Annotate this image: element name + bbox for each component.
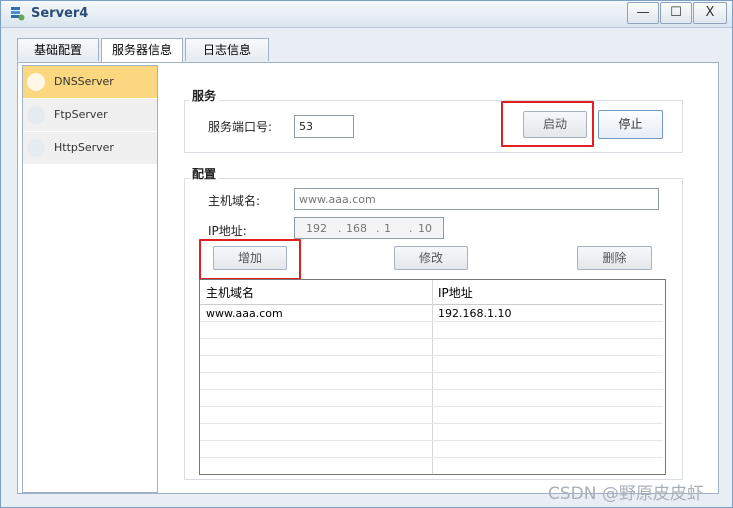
row-divider: [200, 372, 663, 373]
port-label: 服务端口号:: [208, 120, 273, 134]
ip-octet-2: 168: [346, 222, 367, 235]
maximize-icon: ☐: [670, 5, 682, 20]
row-divider: [200, 440, 663, 441]
server-item-icon: [27, 106, 45, 124]
watermark-text: CSDN @野原皮皮虾: [548, 484, 704, 504]
highlight-box-add: [199, 239, 301, 280]
window-title: Server4: [31, 6, 89, 21]
config-group-title: 配置: [189, 165, 220, 182]
ip-label: IP地址:: [208, 224, 247, 238]
minimize-icon: —: [636, 5, 650, 20]
port-input[interactable]: 53: [294, 115, 354, 138]
delete-button[interactable]: 删除: [577, 246, 652, 270]
server-item-icon: [27, 139, 45, 157]
dns-record-table: 主机域名 IP地址 www.aaa.com 192.168.1.10: [199, 279, 666, 475]
edit-button[interactable]: 修改: [394, 246, 468, 270]
list-item-dnsserver[interactable]: DNSServer: [23, 66, 157, 98]
column-header-ip[interactable]: IP地址: [438, 284, 473, 301]
maximize-button[interactable]: ☐: [660, 2, 692, 24]
server-item-icon: [27, 73, 45, 91]
row-divider: [200, 389, 663, 390]
host-label: 主机域名:: [208, 194, 261, 208]
ip-dot: .: [338, 222, 342, 235]
host-input[interactable]: www.aaa.com: [294, 188, 659, 210]
server-window: Server4 — ☐ X 基础配置 服务器信息 日志信息 DNSServer …: [0, 0, 733, 508]
tab-server-info[interactable]: 服务器信息: [101, 38, 183, 62]
stop-button[interactable]: 停止: [598, 110, 663, 139]
server-list: DNSServer FtpServer HttpServer: [22, 65, 158, 493]
column-header-host[interactable]: 主机域名: [206, 284, 254, 301]
row-divider: [200, 406, 663, 407]
row-divider: [200, 338, 663, 339]
list-item-label: HttpServer: [54, 141, 114, 154]
close-icon: X: [705, 5, 715, 20]
service-group-title: 服务: [189, 87, 220, 104]
column-divider: [432, 280, 433, 474]
row-divider: [200, 321, 663, 322]
ip-octet-1: 192: [306, 222, 327, 235]
list-item-label: DNSServer: [54, 75, 114, 88]
title-bar[interactable]: Server4 — ☐ X: [1, 1, 732, 28]
row-divider: [200, 355, 663, 356]
list-item-ftpserver[interactable]: FtpServer: [23, 99, 157, 131]
server-app-icon: [11, 7, 25, 21]
cell-ip: 192.168.1.10: [438, 307, 512, 320]
tab-log-info[interactable]: 日志信息: [185, 38, 269, 61]
list-item-label: FtpServer: [54, 108, 108, 121]
ip-octet-3: 1: [384, 222, 391, 235]
ip-input[interactable]: 192 . 168 . 1 . 10: [294, 217, 444, 239]
list-item-httpserver[interactable]: HttpServer: [23, 132, 157, 164]
ip-dot: .: [409, 222, 413, 235]
row-divider: [200, 457, 663, 458]
highlight-box-start: [501, 101, 594, 147]
ip-dot: .: [376, 222, 380, 235]
cell-host: www.aaa.com: [206, 307, 283, 320]
close-button[interactable]: X: [693, 2, 727, 24]
ip-octet-4: 10: [418, 222, 432, 235]
tab-basic-config[interactable]: 基础配置: [17, 38, 99, 61]
minimize-button[interactable]: —: [627, 2, 659, 24]
row-divider: [200, 423, 663, 424]
